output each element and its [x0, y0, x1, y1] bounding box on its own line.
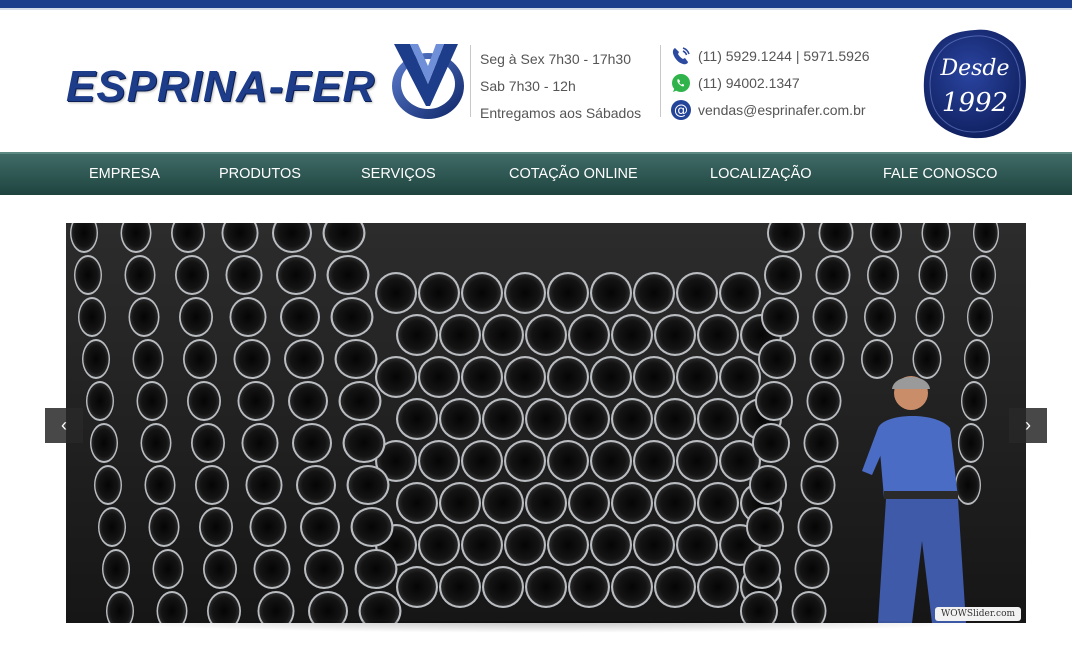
seal-badge-icon: [923, 29, 1026, 139]
nav-item-empresa[interactable]: EMPRESA: [89, 154, 160, 195]
nav-item-localizacao[interactable]: LOCALIZAÇÃO: [710, 154, 812, 195]
business-hours: Seg à Sex 7h30 - 17h30 Sab 7h30 - 12h En…: [480, 46, 641, 127]
nav-item-produtos[interactable]: PRODUTOS: [219, 154, 301, 195]
nav-item-cotacao-online[interactable]: COTAÇÃO ONLINE: [509, 154, 638, 195]
hero-slider-image: [66, 223, 1026, 623]
svg-text:@: @: [674, 102, 688, 118]
header-divider: [660, 45, 661, 117]
whatsapp-number: (11) 94002.1347: [698, 74, 800, 91]
main-navigation: EMPRESA PRODUTOS SERVIÇOS COTAÇÃO ONLINE…: [0, 152, 1072, 195]
logo-emblem-icon: [392, 44, 464, 119]
phone-icon: [672, 46, 690, 64]
hours-saturday: Sab 7h30 - 12h: [480, 78, 576, 94]
seal-text-desde: Desde: [940, 56, 1010, 81]
slider-credit-link[interactable]: WOWSlider.com: [935, 607, 1021, 621]
hours-delivery: Entregamos aos Sábados: [480, 105, 642, 121]
phone-number: (11) 5929.1244 | 5971.5926: [698, 47, 870, 64]
top-accent-bar: [0, 0, 1072, 10]
contact-email[interactable]: @ vendas@esprinafer.com.br: [670, 96, 870, 123]
email-address: vendas@esprinafer.com.br: [698, 101, 866, 118]
since-1992-seal: Desde 1992: [922, 28, 1028, 140]
nav-item-fale-conosco[interactable]: FALE CONOSCO: [883, 154, 997, 195]
header-divider: [470, 45, 471, 117]
nav-item-servicos[interactable]: SERVIÇOS: [361, 154, 436, 195]
slider-prev-button[interactable]: ‹: [45, 408, 83, 443]
slider-shadow: [96, 621, 996, 633]
contact-whatsapp[interactable]: (11) 94002.1347: [670, 69, 870, 96]
seal-text-year: 1992: [941, 88, 1009, 118]
contact-info: (11) 5929.1244 | 5971.5926 (11) 94002.13…: [670, 42, 870, 123]
logo-text: ESPRINA-FER: [66, 62, 376, 111]
steel-pipes-photo: [66, 223, 1026, 623]
hours-weekdays: Seg à Sex 7h30 - 17h30: [480, 51, 632, 67]
whatsapp-icon: [672, 73, 690, 92]
contact-phone[interactable]: (11) 5929.1244 | 5971.5926: [670, 42, 870, 69]
slider-next-button[interactable]: ›: [1009, 408, 1047, 443]
email-at-icon: @: [671, 99, 691, 120]
site-header: ESPRINA-FER Seg à Sex 7h30 - 17h30 Sab 7…: [0, 10, 1072, 152]
site-logo[interactable]: ESPRINA-FER: [66, 40, 466, 130]
